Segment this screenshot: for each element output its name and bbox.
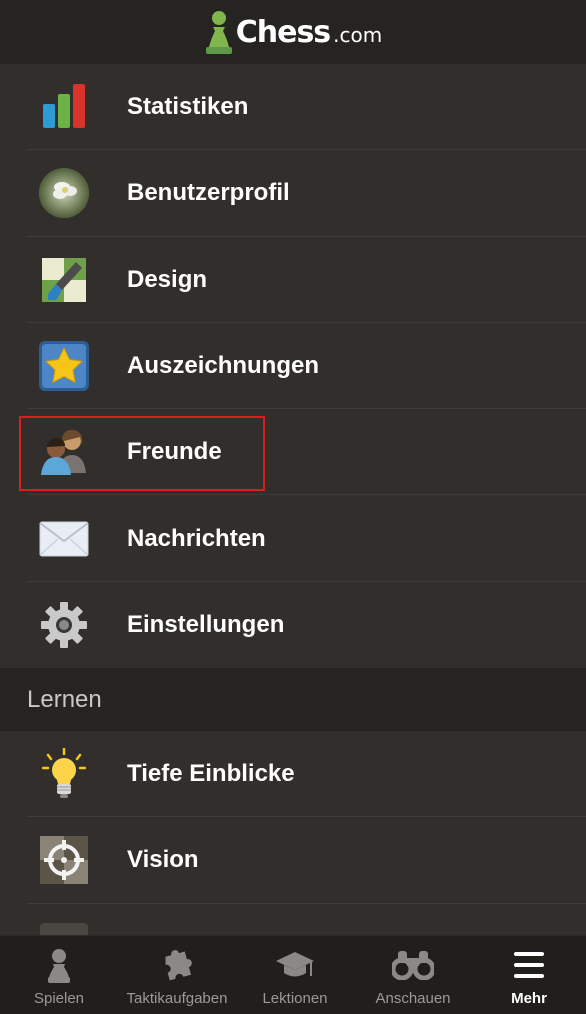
- menu-item-tiefe-einblicke[interactable]: Tiefe Einblicke: [0, 731, 586, 818]
- friends-icon: [38, 426, 90, 478]
- learn-menu-list: Tiefe Einblicke Vision: [0, 731, 586, 935]
- menu-item-vision[interactable]: Vision: [0, 817, 586, 904]
- logo-wordmark: Chess: [235, 14, 331, 50]
- binoculars-icon: [392, 951, 434, 980]
- tab-taktikaufgaben[interactable]: Taktikaufgaben: [118, 936, 236, 1014]
- menu-item-auszeichnungen[interactable]: Auszeichnungen: [0, 323, 586, 410]
- profile-avatar-flower-icon: [38, 167, 90, 219]
- tab-mehr[interactable]: Mehr: [472, 936, 586, 1014]
- chess-com-logo: Chess .com: [204, 9, 383, 55]
- tab-anschauen[interactable]: Anschauen: [354, 936, 472, 1014]
- section-title: Lernen: [27, 685, 102, 713]
- tab-label: Spielen: [33, 990, 85, 1007]
- menu-item-statistiken[interactable]: Statistiken: [0, 64, 586, 151]
- menu-item-einstellungen[interactable]: Einstellungen: [0, 582, 586, 668]
- menu-item-label: Einstellungen: [127, 610, 285, 638]
- menu-item-partial[interactable]: [0, 904, 586, 935]
- stats-bar-chart-icon: [38, 81, 90, 133]
- pawn-logo-icon: [205, 11, 232, 54]
- crosshair-icon: [38, 834, 90, 886]
- logo-suffix: .com: [333, 23, 383, 47]
- more-menu-list: Statistiken Benutzerprofil Design Auszei…: [0, 64, 586, 669]
- tab-lektionen[interactable]: Lektionen: [236, 936, 354, 1014]
- gear-icon: [38, 599, 90, 651]
- menu-item-design[interactable]: Design: [0, 237, 586, 323]
- menu-item-benutzerprofil[interactable]: Benutzerprofil: [0, 150, 586, 237]
- lightbulb-icon: [38, 748, 90, 800]
- tab-label: Taktikaufgaben: [126, 990, 228, 1007]
- menu-item-label: Tiefe Einblicke: [127, 760, 295, 788]
- puzzle-icon: [165, 950, 192, 981]
- menu-item-nachrichten[interactable]: Nachrichten: [0, 495, 586, 582]
- menu-item-label: Benutzerprofil: [127, 179, 290, 207]
- app-header: Chess .com: [0, 0, 586, 64]
- menu-item-label: Nachrichten: [127, 524, 266, 552]
- tab-spielen[interactable]: Spielen: [0, 936, 118, 1014]
- menu-item-label: Auszeichnungen: [127, 352, 320, 380]
- pawn-icon: [48, 949, 70, 983]
- paintbrush-board-icon: [38, 254, 90, 306]
- tab-label: Anschauen: [375, 990, 451, 1007]
- menu-item-label: Design: [127, 265, 208, 293]
- bottom-tab-bar: Spielen Taktikaufgaben Lektionen Anschau…: [0, 935, 586, 1014]
- menu-item-label: Statistiken: [127, 93, 249, 121]
- envelope-icon: [38, 513, 90, 565]
- tab-label: Lektionen: [262, 990, 328, 1007]
- section-header-lernen: Lernen: [0, 668, 586, 731]
- star-badge-icon: [38, 340, 90, 392]
- hamburger-menu-icon: [514, 952, 544, 978]
- menu-item-label: Freunde: [127, 438, 222, 466]
- menu-item-freunde[interactable]: Freunde: [0, 409, 586, 496]
- graduation-cap-icon: [276, 952, 314, 977]
- next-item-icon: [38, 921, 90, 935]
- menu-item-label: Vision: [127, 846, 199, 874]
- tab-label: Mehr: [511, 990, 547, 1007]
